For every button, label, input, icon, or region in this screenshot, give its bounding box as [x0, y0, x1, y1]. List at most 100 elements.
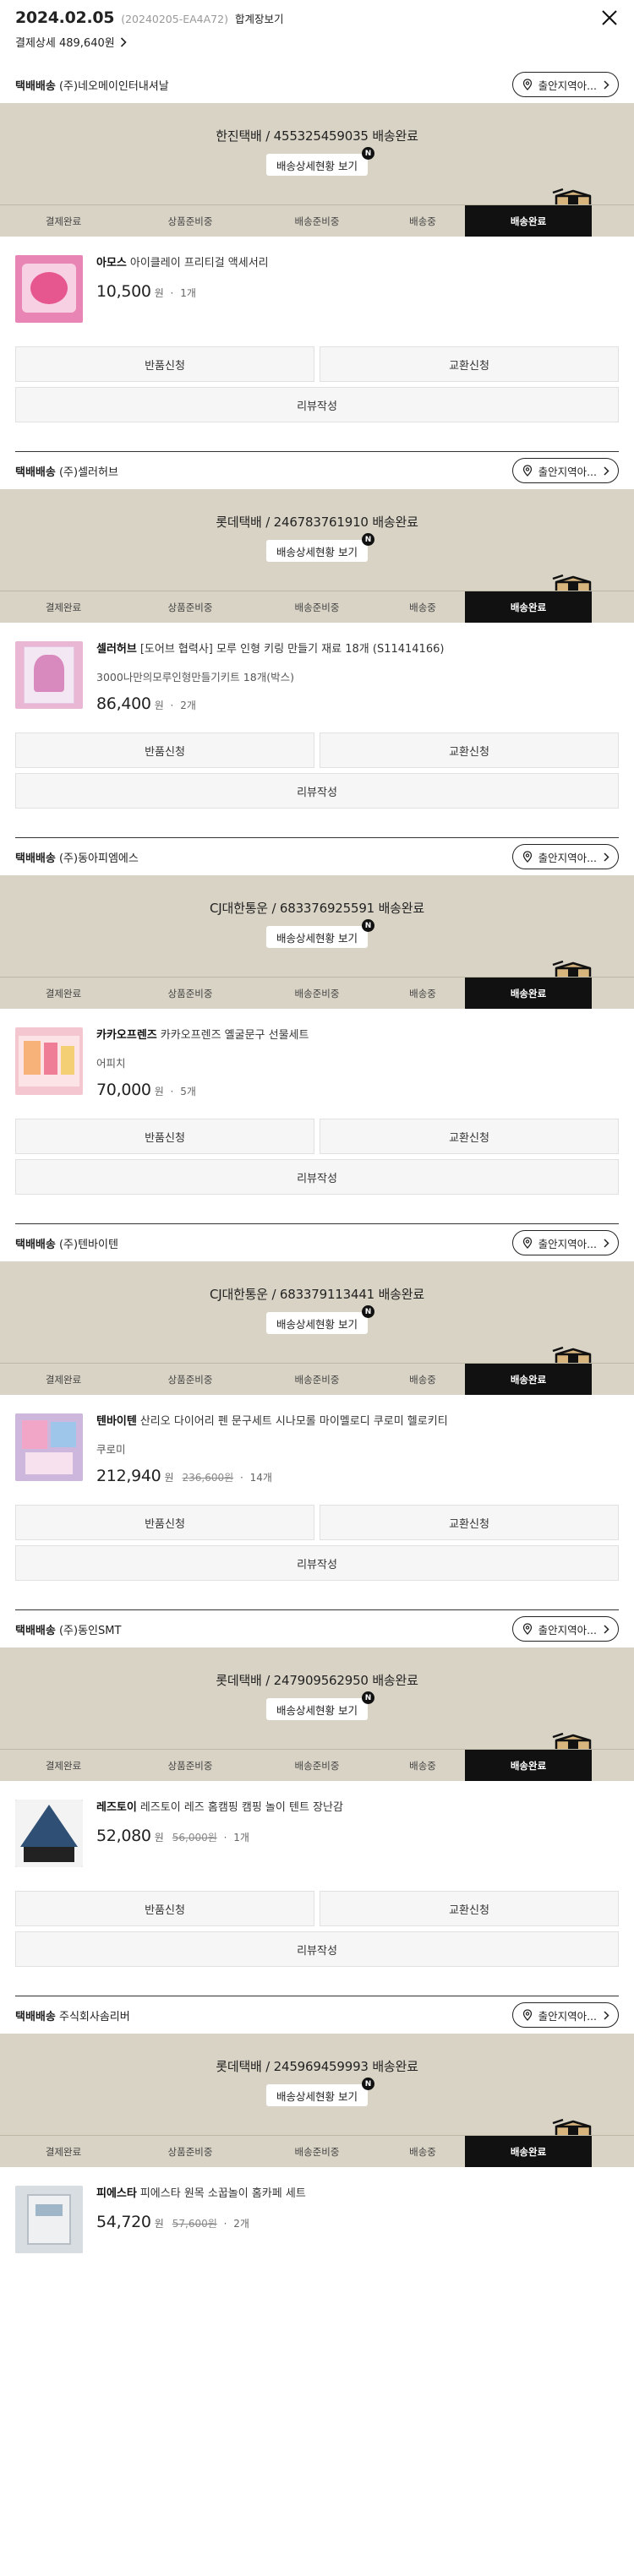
address-button[interactable]: 출안지역아...	[511, 1230, 619, 1255]
return-request-button[interactable]: 반품신청	[15, 1119, 314, 1154]
tracking-info: CJ대한통운 / 683379113441 배송완료	[210, 1287, 424, 1302]
combined-view-link[interactable]: 합계장보기	[235, 10, 284, 26]
product-item[interactable]: 카카오프렌즈 카카오프렌즈 옐굴문구 선물세트 어피치 70,000 원 · 5개	[0, 1009, 634, 1119]
delivery-status-banner: 롯데택배 / 245969459993 배송완료 배송상세현황 보기 N 결제완…	[0, 2034, 634, 2167]
address-button[interactable]: 출안지역아...	[511, 72, 619, 97]
return-request-button[interactable]: 반품신청	[15, 1505, 314, 1540]
exchange-request-button[interactable]: 교환신청	[320, 1891, 619, 1926]
return-request-button[interactable]: 반품신청	[15, 346, 314, 382]
delivery-step: 결제완료	[45, 987, 82, 999]
product-item[interactable]: 피에스타 피에스타 원목 소꿉놀이 홈카페 세트 54,720 원 57,600원…	[0, 2167, 634, 2277]
chevron-right-icon	[604, 1238, 609, 1248]
payment-detail-link[interactable]: 결제상세 489,640원	[15, 34, 619, 50]
delivery-step: 상품준비중	[167, 215, 213, 227]
exchange-request-button[interactable]: 교환신청	[320, 732, 619, 768]
shop-info: 택배배송 (주)셀러허브	[15, 463, 118, 479]
address-button[interactable]: 출안지역아...	[511, 844, 619, 869]
product-item[interactable]: 레즈토이 레즈토이 레즈 홈캠핑 캠핑 놀이 텐트 장난감 52,080 원 56…	[0, 1781, 634, 1891]
product-price: 86,400 원 · 2개	[96, 694, 619, 713]
delivery-detail-button[interactable]: 배송상세현황 보기	[266, 2084, 368, 2106]
order-group: 택배배송 주식회사솜리버 출안지역아... 롯데택배 / 24596945999…	[0, 1996, 634, 2277]
shipping-type: 택배배송	[15, 466, 56, 479]
tracking-info: 롯데택배 / 246783761910 배송완료	[216, 515, 418, 530]
product-title: 레즈토이 레즈 홈캠핑 캠핑 놀이 텐트 장난감	[139, 1801, 343, 1814]
location-pin-icon	[522, 1623, 532, 1635]
product-item[interactable]: 셀러허브 [도어브 협력사] 모루 인형 키링 만들기 재료 18개 (S1141…	[0, 623, 634, 732]
return-request-button[interactable]: 반품신청	[15, 732, 314, 768]
shipping-type: 택배배송	[15, 79, 56, 93]
shipping-type: 택배배송	[15, 2010, 56, 2023]
exchange-request-button[interactable]: 교환신청	[320, 1505, 619, 1540]
delivery-step: 상품준비중	[167, 1759, 213, 1772]
delivery-status-banner: 롯데택배 / 247909562950 배송완료 배송상세현황 보기 N 결제완…	[0, 1647, 634, 1781]
quantity: 2개	[233, 2218, 249, 2230]
write-review-button[interactable]: 리뷰작성	[15, 387, 619, 422]
delivery-detail-button[interactable]: 배송상세현황 보기	[266, 1698, 368, 1720]
order-list: 택배배송 (주)네오메이인터내셔날 출안지역아... 한진택배 / 455325…	[0, 66, 634, 2277]
shop-row: 택배배송 (주)셀러허브 출안지역아...	[0, 452, 634, 489]
quantity: 14개	[249, 1472, 272, 1484]
payment-detail-label: 결제상세 489,640원	[15, 37, 115, 50]
product-thumbnail[interactable]	[15, 1800, 83, 1867]
product-name: 아모스 아이클레이 프리티걸 액세서리	[96, 255, 619, 272]
product-option: 3000나만의모루인형만들기키트 18개(박스)	[96, 671, 294, 683]
delivery-detail-button[interactable]: 배송상세현황 보기	[266, 926, 368, 948]
exchange-request-button[interactable]: 교환신청	[320, 346, 619, 382]
address-label: 출안지역아...	[538, 2009, 597, 2023]
quantity: 5개	[180, 1086, 196, 1097]
write-review-button[interactable]: 리뷰작성	[15, 773, 619, 809]
product-thumbnail[interactable]	[15, 255, 83, 323]
order-actions: 반품신청 교환신청 리뷰작성	[0, 1891, 634, 1967]
address-label: 출안지역아...	[538, 79, 597, 92]
delivery-step: 배송완료	[465, 591, 592, 623]
currency-unit: 원	[154, 1086, 164, 1097]
tracking-info: 롯데택배 / 247909562950 배송완료	[216, 1673, 418, 1688]
delivery-step: 결제완료	[45, 1373, 82, 1386]
product-thumbnail[interactable]	[15, 641, 83, 709]
currency-unit: 원	[154, 1832, 164, 1844]
tracking-info: 한진택배 / 455325459035 배송완료	[216, 128, 418, 144]
delivery-progress: 결제완료 상품준비중 배송준비중 배송중 배송완료	[0, 2135, 634, 2167]
write-review-button[interactable]: 리뷰작성	[15, 1545, 619, 1581]
delivery-detail-button[interactable]: 배송상세현황 보기	[266, 1312, 368, 1334]
delivery-step: 결제완료	[45, 2145, 82, 2158]
delivery-step: 배송완료	[465, 205, 592, 237]
delivery-step: 배송준비중	[294, 1373, 340, 1386]
location-pin-icon	[522, 2009, 532, 2021]
write-review-button[interactable]: 리뷰작성	[15, 1931, 619, 1967]
delivery-step: 배송중	[409, 2145, 436, 2158]
quantity-separator: ·	[167, 700, 178, 711]
order-actions: 반품신청 교환신청 리뷰작성	[0, 1505, 634, 1581]
product-thumbnail[interactable]	[15, 1413, 83, 1481]
write-review-button[interactable]: 리뷰작성	[15, 1159, 619, 1195]
product-brand: 피에스타	[96, 2187, 137, 2200]
return-request-button[interactable]: 반품신청	[15, 1891, 314, 1926]
chevron-right-icon	[604, 1624, 609, 1634]
product-thumbnail[interactable]	[15, 1027, 83, 1095]
address-button[interactable]: 출안지역아...	[511, 1616, 619, 1642]
product-price: 212,940 원 236,600원 · 14개	[96, 1467, 619, 1485]
delivery-status-banner: 롯데택배 / 246783761910 배송완료 배송상세현황 보기 N 결제완…	[0, 489, 634, 623]
delivery-detail-button[interactable]: 배송상세현황 보기	[266, 540, 368, 562]
product-item[interactable]: 아모스 아이클레이 프리티걸 액세서리 10,500 원 · 1개	[0, 237, 634, 346]
delivery-step: 결제완료	[45, 215, 82, 227]
product-thumbnail[interactable]	[15, 2186, 83, 2253]
address-button[interactable]: 출안지역아...	[511, 458, 619, 483]
shop-name: (주)동인SMT	[58, 1624, 122, 1637]
product-item[interactable]: 텐바이텐 산리오 다이어리 펜 문구세트 시나모롤 마이멜로디 쿠로미 헬로키티 …	[0, 1395, 634, 1505]
location-pin-icon	[522, 465, 532, 477]
quantity: 2개	[180, 700, 196, 711]
delivery-step: 배송중	[409, 601, 436, 613]
chevron-right-icon	[604, 852, 609, 862]
delivery-step: 상품준비중	[167, 2145, 213, 2158]
close-icon[interactable]	[600, 8, 619, 27]
address-button[interactable]: 출안지역아...	[511, 2002, 619, 2028]
exchange-request-button[interactable]: 교환신청	[320, 1119, 619, 1154]
product-info: 레즈토이 레즈토이 레즈 홈캠핑 캠핑 놀이 텐트 장난감 52,080 원 56…	[96, 1800, 619, 1891]
order-actions: 반품신청 교환신청 리뷰작성	[0, 1119, 634, 1195]
original-price: 56,000원	[172, 1832, 217, 1844]
new-badge: N	[362, 2078, 374, 2090]
delivery-detail-button[interactable]: 배송상세현황 보기	[266, 154, 368, 176]
shop-info: 택배배송 (주)동아피엠에스	[15, 849, 139, 865]
order-number: (20240205-EA4A72)	[121, 13, 228, 25]
